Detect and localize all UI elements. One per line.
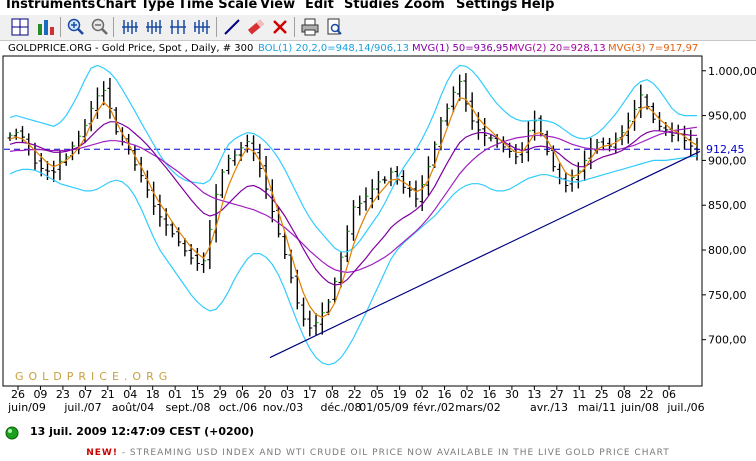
x-month-label: avr./13	[530, 401, 568, 414]
x-day-label: 09	[33, 388, 47, 401]
x-month-label: déc./08	[321, 401, 362, 414]
x-day-label: 07	[78, 388, 92, 401]
scale-range-wide-icon[interactable]	[168, 17, 188, 37]
x-day-label: 21	[101, 388, 115, 401]
x-day-label: 15	[191, 388, 205, 401]
chart-title: GOLDPRICE.ORG - Gold Price, Spot , Daily…	[8, 43, 253, 54]
y-tick-label: 1.000,00	[708, 65, 756, 78]
x-month-label: févr./02	[413, 401, 455, 414]
x-day-label: 11	[572, 388, 586, 401]
y-tick-label: 950,00	[708, 110, 747, 123]
menu-help[interactable]: Help	[521, 0, 554, 12]
x-day-label: 30	[505, 388, 519, 401]
y-tick-label: 800,00	[708, 244, 747, 257]
x-month-label: août/04	[112, 401, 154, 414]
menu-studies[interactable]: Studies	[344, 0, 399, 12]
scale-range-icon[interactable]	[120, 17, 140, 37]
menu-settings[interactable]: Settings	[456, 0, 517, 12]
x-month-label: sept./08	[166, 401, 211, 414]
x-day-label: 02	[415, 388, 429, 401]
legend-mvg-7: MVG(3) 7=917,97	[608, 43, 698, 54]
x-day-label: 06	[236, 388, 250, 401]
x-month-label: mai/11	[578, 401, 616, 414]
menu-chart-type[interactable]: Chart Type	[96, 0, 175, 12]
x-day-label: 18	[146, 388, 160, 401]
eraser-icon[interactable]	[246, 17, 266, 37]
x-month-label: oct./06	[219, 401, 257, 414]
connection-status-icon	[5, 426, 19, 440]
x-day-label: 08	[617, 388, 631, 401]
menu-instruments[interactable]: Instruments	[6, 0, 95, 12]
x-day-label: 01	[168, 388, 182, 401]
x-day-label: 22	[640, 388, 654, 401]
x-day-label: 22	[348, 388, 362, 401]
menu-bar: Instruments Chart Type Time Scale View E…	[0, 0, 756, 14]
x-day-label: 25	[595, 388, 609, 401]
x-month-label: juin/08	[620, 401, 659, 414]
chart-settings-icon[interactable]	[36, 17, 56, 37]
status-timestamp: 13 juil. 2009 12:47:09 CEST (+0200)	[30, 425, 255, 438]
x-day-label: 13	[527, 388, 541, 401]
x-day-label: 16	[482, 388, 496, 401]
goldprice-watermark: GOLDPRICE.ORG	[15, 370, 172, 383]
status-bar: 13 juil. 2009 12:47:09 CEST (+0200)	[0, 421, 756, 443]
current-price: 912,45	[704, 142, 746, 157]
x-day-label: 03	[280, 388, 294, 401]
x-day-label: 02	[460, 388, 474, 401]
x-day-label: 06	[662, 388, 676, 401]
scale-range-alt-icon[interactable]	[144, 17, 164, 37]
x-day-label: 19	[393, 388, 407, 401]
x-day-label: 29	[213, 388, 227, 401]
y-tick-label: 900,00	[708, 154, 747, 167]
current-price-label: 912,45	[706, 143, 745, 156]
x-day-label: 27	[550, 388, 564, 401]
x-day-label: 20	[258, 388, 272, 401]
x-month-label: juin/09	[7, 401, 46, 414]
x-axis: 26 09 23 07 21 04 18 01 15 29 06 20 03 17 08 22 05 19 02 16…	[7, 386, 705, 414]
ticker-new-badge: NEW!	[86, 448, 118, 458]
delete-icon[interactable]	[270, 17, 290, 37]
x-day-label: 23	[56, 388, 70, 401]
draw-line-icon[interactable]	[222, 17, 242, 37]
scale-range-narrow-icon[interactable]	[192, 17, 212, 37]
y-tick-label: 750,00	[708, 289, 747, 302]
legend-mvg-20: MVG(2) 20=928,13	[509, 43, 606, 54]
x-day-label: 08	[325, 388, 339, 401]
y-tick-label: 850,00	[708, 199, 747, 212]
print-icon[interactable]	[300, 17, 320, 37]
menu-zoom[interactable]: Zoom	[404, 0, 445, 12]
menu-edit[interactable]: Edit	[305, 0, 334, 12]
zoom-out-icon[interactable]	[90, 17, 110, 37]
y-tick-label: 700,00	[708, 334, 747, 347]
toolbar	[0, 15, 756, 41]
x-month-label: 01/05/09	[359, 401, 408, 414]
x-month-label: nov./03	[263, 401, 304, 414]
x-day-label: 16	[438, 388, 452, 401]
x-day-label: 04	[123, 388, 137, 401]
price-chart[interactable]: GOLDPRICE.ORG - Gold Price, Spot , Daily…	[0, 41, 756, 421]
x-day-label: 17	[303, 388, 317, 401]
x-month-label: mars/02	[455, 401, 500, 414]
news-ticker[interactable]: NEW! - STREAMING USD INDEX AND WTI CRUDE…	[0, 448, 756, 461]
menu-view[interactable]: View	[260, 0, 295, 12]
x-month-label: juil./06	[666, 401, 704, 414]
legend-mvg-50: MVG(1) 50=936,95	[412, 43, 509, 54]
x-day-label: 26	[11, 388, 25, 401]
menu-time-scale[interactable]: Time Scale	[178, 0, 257, 12]
crosshair-icon[interactable]	[10, 17, 30, 37]
print-preview-icon[interactable]	[324, 17, 344, 37]
ticker-text: - STREAMING USD INDEX AND WTI CRUDE OIL …	[117, 448, 670, 458]
legend-bollinger: BOL(1) 20,2,0=948,14/906,13	[258, 43, 409, 54]
x-day-label: 05	[370, 388, 384, 401]
zoom-in-icon[interactable]	[66, 17, 86, 37]
x-month-label: juil./07	[63, 401, 101, 414]
